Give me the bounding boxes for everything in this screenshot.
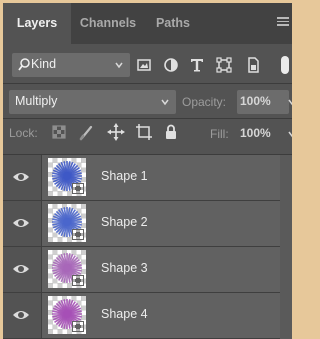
chevron-down-icon [161,99,169,106]
search-icon [18,58,30,71]
lock-transparent-icon[interactable] [49,122,69,142]
chevron-down-icon [288,99,292,106]
opacity-field[interactable]: 100% [237,90,292,114]
opacity-value: 100% [240,94,271,108]
blend-mode-dropdown[interactable]: Multiply [9,90,176,114]
eye-icon [13,311,29,319]
visibility-toggle[interactable] [3,155,42,200]
filter-toggle-switch[interactable] [281,56,289,74]
lock-image-icon[interactable] [77,122,97,142]
lock-label: Lock: [9,126,38,140]
panel-menu-icon[interactable] [277,17,289,29]
layer-row-shape-3[interactable]: Shape 3 [3,247,292,293]
shape-thumbnail [48,250,86,288]
layers-panel: Layers Channels Paths Kind Multiply Opac… [3,3,292,339]
fill-value: 100% [240,126,271,140]
smart-object-filter-icon[interactable] [243,55,263,75]
lock-all-icon[interactable] [161,122,181,142]
tab-paths[interactable]: Paths [145,3,201,44]
layer-list-scrollbar[interactable] [280,155,292,339]
layer-row-shape-4[interactable]: Shape 4 [3,293,292,339]
eye-icon [13,173,29,181]
blend-mode-value: Multiply [15,94,58,108]
layer-content[interactable]: Shape 3 [42,247,280,292]
layer-row-shape-2[interactable]: Shape 2 [3,201,292,247]
fill-label: Fill: [210,127,229,141]
layer-list: Shape 1 Shape 2 Shape 3 Shape 4 [3,155,292,339]
type-filter-icon[interactable] [187,55,207,75]
tab-layers[interactable]: Layers [3,3,71,44]
visibility-toggle[interactable] [3,247,42,292]
lock-artboard-icon[interactable] [134,122,154,142]
layer-content[interactable]: Shape 2 [42,201,280,246]
filter-kind-label: Kind [31,57,57,71]
layer-name: Shape 1 [101,169,148,183]
layer-content[interactable]: Shape 1 [42,155,280,200]
panel-tab-bar: Layers Channels Paths [3,3,292,44]
opacity-label: Opacity: [182,95,227,109]
pixel-filter-icon[interactable] [134,55,154,75]
divider [3,118,292,119]
visibility-toggle[interactable] [3,201,42,246]
shape-thumbnail [48,158,86,196]
shape-filter-icon[interactable] [214,55,234,75]
layer-name: Shape 2 [101,215,148,229]
chevron-down-icon [288,131,292,138]
lock-position-icon[interactable] [106,122,126,142]
visibility-toggle[interactable] [3,293,42,338]
layer-row-shape-1[interactable]: Shape 1 [3,155,292,201]
adjustment-filter-icon[interactable] [161,55,181,75]
shape-thumbnail [48,204,86,242]
tab-channels[interactable]: Channels [71,3,145,44]
fill-field[interactable]: 100% [237,122,292,146]
divider [3,83,292,84]
layer-name: Shape 3 [101,261,148,275]
shape-thumbnail [48,296,86,334]
eye-icon [13,265,29,273]
eye-icon [13,219,29,227]
filter-kind-dropdown[interactable]: Kind [12,53,130,77]
layer-content[interactable]: Shape 4 [42,293,280,338]
chevron-down-icon [115,62,123,69]
layer-name: Shape 4 [101,307,148,321]
